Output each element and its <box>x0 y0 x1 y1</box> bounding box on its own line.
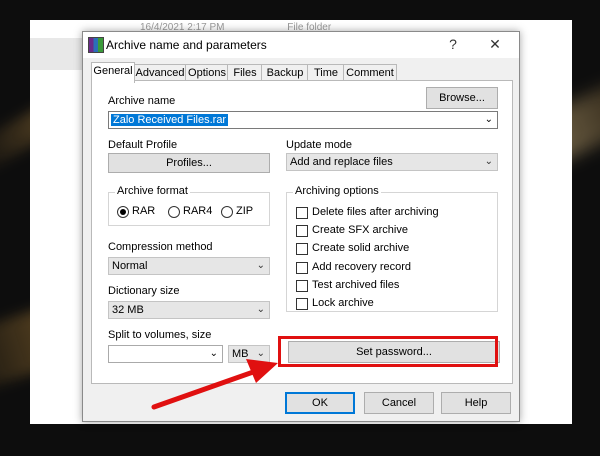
cancel-button[interactable]: Cancel <box>364 392 434 414</box>
update-mode-label: Update mode <box>286 139 353 151</box>
option-label: Create SFX archive <box>312 224 408 236</box>
archive-name-field[interactable]: Zalo Received Files.rar ⌄ <box>108 111 498 129</box>
radio-zip-label: ZIP <box>236 205 254 217</box>
checkbox-lock-archive[interactable] <box>296 298 308 310</box>
tab-general[interactable]: General <box>91 62 135 83</box>
archiving-options-group: Archiving options Delete files after arc… <box>286 185 498 312</box>
checkbox-create-solid[interactable] <box>296 243 308 255</box>
help-title-button[interactable]: ? <box>439 33 467 55</box>
profiles-button[interactable]: Profiles... <box>108 153 270 173</box>
checkbox-test-files[interactable] <box>296 280 308 292</box>
update-mode-select[interactable]: Add and replace files ⌄ <box>286 153 498 171</box>
checkbox-recovery-record[interactable] <box>296 262 308 274</box>
checkbox-create-sfx[interactable] <box>296 225 308 237</box>
browse-button[interactable]: Browse... <box>426 87 498 109</box>
option-label: Lock archive <box>312 297 374 309</box>
radio-rar-label: RAR <box>132 205 156 217</box>
update-mode-value: Add and replace files <box>290 156 393 168</box>
radio-rar4[interactable] <box>168 206 180 218</box>
dictionary-size-select[interactable]: 32 MB ⌄ <box>108 301 270 319</box>
highlight-box <box>278 336 498 367</box>
pointer-arrow-icon <box>151 359 278 410</box>
option-label: Add recovery record <box>312 261 412 273</box>
ok-button[interactable]: OK <box>285 392 355 414</box>
chevron-down-icon[interactable]: ⌄ <box>485 112 493 128</box>
dialog-title: Archive name and parameters <box>106 38 267 52</box>
option-label: Create solid archive <box>312 242 410 254</box>
chevron-down-icon: ⌄ <box>256 260 265 271</box>
compression-method-label: Compression method <box>108 241 213 253</box>
option-label: Delete files after archiving <box>312 206 439 218</box>
chevron-down-icon: ⌄ <box>484 156 493 167</box>
dictionary-size-label: Dictionary size <box>108 285 180 297</box>
compression-method-value: Normal <box>112 260 148 272</box>
dictionary-size-value: 32 MB <box>112 304 144 316</box>
archive-name-value: Zalo Received Files.rar <box>111 114 229 126</box>
archive-format-label: Archive format <box>115 185 190 197</box>
winrar-icon <box>88 37 104 53</box>
radio-rar[interactable] <box>117 206 129 218</box>
chevron-down-icon: ⌄ <box>256 304 265 315</box>
help-button[interactable]: Help <box>441 392 511 414</box>
archive-format-group: Archive format RAR RAR4 ZIP <box>108 185 270 226</box>
radio-zip[interactable] <box>221 206 233 218</box>
radio-rar4-label: RAR4 <box>183 205 213 217</box>
selected-row <box>30 38 85 70</box>
close-icon[interactable]: ✕ <box>481 33 509 55</box>
option-label: Test archived files <box>312 279 400 291</box>
compression-method-select[interactable]: Normal ⌄ <box>108 257 270 275</box>
split-volumes-label: Split to volumes, size <box>108 329 212 341</box>
default-profile-label: Default Profile <box>108 139 178 151</box>
archive-name-label: Archive name <box>108 95 176 107</box>
checkbox-delete-files[interactable] <box>296 207 308 219</box>
title-bar: Archive name and parameters ? ✕ <box>83 32 519 58</box>
archiving-options-label: Archiving options <box>293 185 381 197</box>
